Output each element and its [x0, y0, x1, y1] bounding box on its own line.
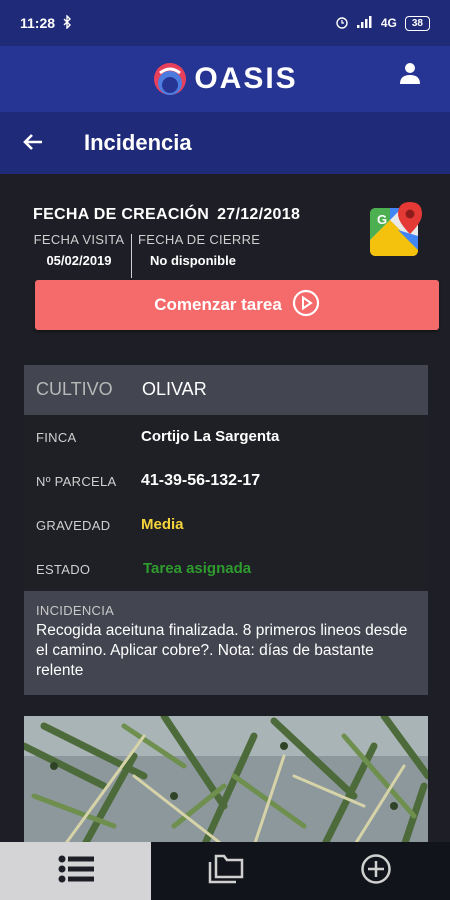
add-circle-icon: [360, 853, 392, 890]
alarm-icon: [335, 15, 349, 32]
crop-label: CULTIVO: [36, 379, 113, 399]
bluetooth-icon: [63, 13, 72, 32]
svg-text:G: G: [377, 212, 387, 227]
olive-branches-image: [24, 716, 428, 842]
close-date-label: FECHA DE CIERRE: [138, 232, 261, 247]
status-time: 11:28: [20, 15, 56, 31]
back-arrow-icon[interactable]: [22, 132, 44, 157]
visit-date-label: FECHA VISITA: [33, 232, 125, 247]
close-date: FECHA DE CIERRE No disponible: [138, 232, 268, 268]
incident-content: FECHA DE CREACIÓN 27/12/2018 FECHA VISITA…: [0, 174, 450, 842]
farm-value: Cortijo La Sargenta: [141, 428, 280, 445]
visit-date: FECHA VISITA 05/02/2019: [28, 232, 130, 268]
start-task-label: Comenzar tarea: [154, 295, 282, 314]
account-icon[interactable]: [398, 61, 422, 90]
severity-value: Media: [141, 516, 184, 533]
status-value: Tarea asignada: [143, 560, 252, 577]
incident-photo[interactable]: [24, 716, 428, 842]
google-maps-icon[interactable]: G: [368, 200, 426, 263]
creation-date: FECHA DE CREACIÓN 27/12/2018: [33, 206, 300, 224]
close-date-value: No disponible: [150, 253, 236, 268]
severity-label: GRAVEDAD: [36, 518, 111, 533]
battery-icon: 38: [404, 15, 430, 31]
status-bar: 11:28 4G 38: [0, 0, 450, 46]
plot-value: 41-39-56-132-17: [141, 472, 261, 489]
visit-date-value: 05/02/2019: [46, 253, 112, 268]
app-logo: OASIS: [152, 57, 297, 101]
title-bar: Incidencia: [0, 112, 450, 174]
date-divider: [131, 234, 132, 278]
tab-folder[interactable]: [151, 842, 301, 900]
list-icon: [58, 855, 94, 888]
creation-date-value: 27/12/2018: [217, 206, 301, 223]
app-name: OASIS: [194, 62, 298, 95]
plot-label: Nº PARCELA: [36, 474, 117, 489]
farm-label: FINCA: [36, 430, 77, 445]
network-type: 4G: [380, 16, 397, 30]
app-bar: OASIS: [0, 46, 450, 112]
incident-label: INCIDENCIA: [36, 603, 115, 618]
page-title: Incidencia: [84, 130, 192, 155]
folder-icon: [208, 854, 244, 889]
bottom-tab-bar: [0, 842, 450, 900]
status-label: ESTADO: [36, 562, 91, 577]
incident-text: Recogida aceituna finalizada. 8 primeros…: [36, 622, 408, 679]
incident-description: INCIDENCIA Recogida aceituna finalizada.…: [24, 591, 428, 695]
signal-icon: [356, 15, 373, 31]
oasis-logo-icon: [154, 63, 187, 95]
crop-header: CULTIVO OLIVAR: [24, 365, 428, 415]
start-task-button[interactable]: Comenzar tarea: [35, 280, 439, 330]
crop-value: OLIVAR: [142, 379, 207, 399]
incident-details-card: CULTIVO OLIVAR FINCA Cortijo La Sargenta…: [24, 365, 428, 695]
creation-date-label: FECHA DE CREACIÓN: [33, 206, 210, 223]
play-circle-icon: [292, 289, 320, 322]
tab-list[interactable]: [0, 842, 151, 900]
tab-add[interactable]: [301, 842, 450, 900]
